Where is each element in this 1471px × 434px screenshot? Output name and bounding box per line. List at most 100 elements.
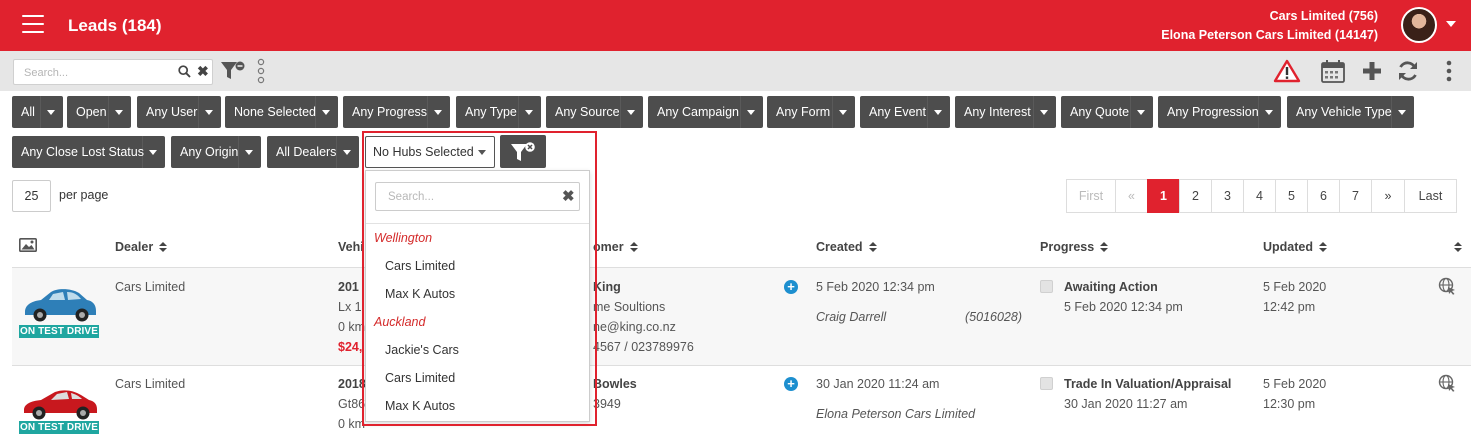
pagination-page-3[interactable]: 3: [1211, 179, 1244, 213]
caret-down-icon: [1137, 110, 1145, 115]
vehicle-year[interactable]: 201: [338, 280, 359, 294]
filter-interest[interactable]: Any Interest: [955, 96, 1056, 128]
customer-phone[interactable]: 4567 / 023789976: [593, 340, 694, 354]
column-header-customer[interactable]: omer: [593, 240, 638, 254]
clear-search-icon[interactable]: ✖: [197, 63, 209, 79]
dropdown-option[interactable]: Max K Autos: [385, 287, 455, 301]
customer-email[interactable]: ne@king.co.nz: [593, 320, 676, 334]
clear-search-icon[interactable]: ✖: [562, 188, 575, 206]
updated-time: 12:42 pm: [1263, 300, 1316, 314]
search-input[interactable]: [22, 64, 172, 81]
refresh-icon[interactable]: [1396, 59, 1420, 83]
account-secondary[interactable]: Elona Peterson Cars Limited (14147): [1161, 28, 1378, 42]
pagination-page-7[interactable]: 7: [1339, 179, 1372, 213]
dropdown-option[interactable]: Cars Limited: [385, 371, 455, 385]
avatar[interactable]: [1401, 7, 1437, 43]
vehicle-thumbnail[interactable]: [19, 276, 99, 326]
search-box: ✖: [13, 59, 213, 85]
progress-status: Trade In Valuation/Appraisal: [1064, 377, 1232, 391]
filter-progress[interactable]: Any Progress: [343, 96, 450, 128]
dropdown-option[interactable]: Cars Limited: [385, 259, 455, 273]
row-background: [12, 268, 1471, 365]
customer-phone[interactable]: 3949: [593, 397, 621, 411]
filter-origin[interactable]: Any Origin: [171, 136, 261, 168]
warning-icon[interactable]: [1273, 59, 1301, 83]
vertical-dots-icon[interactable]: [257, 58, 265, 84]
column-header-updated[interactable]: Updated: [1263, 240, 1327, 254]
filter-event[interactable]: Any Event: [860, 96, 950, 128]
pagination-first[interactable]: First: [1066, 179, 1116, 213]
hamburger-icon[interactable]: [22, 15, 44, 35]
filter-vehicle-type[interactable]: Any Vehicle Type: [1287, 96, 1414, 128]
filter-dealers[interactable]: All Dealers: [267, 136, 359, 168]
search-icon[interactable]: [178, 65, 191, 78]
caret-down-icon: [434, 110, 442, 115]
dropdown-option[interactable]: Max K Autos: [385, 399, 455, 413]
filter-settings-icon[interactable]: [220, 60, 246, 82]
dropdown-group-label: Auckland: [374, 315, 426, 329]
pagination-page-1[interactable]: 1: [1147, 179, 1180, 213]
column-header-vehicle[interactable]: Vehi: [338, 240, 364, 254]
caret-down-icon: [934, 110, 942, 115]
vehicle-year[interactable]: 2018: [338, 377, 366, 391]
column-header-created[interactable]: Created: [816, 240, 877, 254]
account-primary[interactable]: Cars Limited (756): [1270, 9, 1378, 23]
customer-name[interactable]: Bowles: [593, 377, 637, 391]
progress-status: Awaiting Action: [1064, 280, 1158, 294]
pagination-page-6[interactable]: 6: [1307, 179, 1340, 213]
add-circle-icon[interactable]: +: [784, 377, 798, 391]
sort-icon[interactable]: [1454, 242, 1462, 253]
filter-close-lost-status[interactable]: Any Close Lost Status: [12, 136, 165, 168]
calendar-icon[interactable]: [1320, 59, 1346, 83]
image-icon: [19, 238, 37, 252]
filter-user[interactable]: Any User: [137, 96, 221, 128]
filter-campaign[interactable]: Any Campaign: [648, 96, 763, 128]
dealer-name: Cars Limited: [115, 280, 186, 294]
created-by: Elona Peterson Cars Limited: [816, 407, 976, 421]
hubs-select[interactable]: No Hubs Selected: [365, 136, 495, 168]
clear-filters-button[interactable]: [500, 135, 546, 168]
sort-icon: [159, 242, 168, 253]
vehicle-thumbnail[interactable]: [19, 373, 99, 423]
progress-checkbox[interactable]: [1040, 280, 1053, 293]
divider: [366, 223, 589, 224]
chevron-down-icon[interactable]: [1446, 21, 1456, 27]
vehicle-model: Gt86: [338, 397, 366, 411]
more-vert-icon[interactable]: [1444, 59, 1454, 83]
progress-checkbox[interactable]: [1040, 377, 1053, 390]
filter-source[interactable]: Any Source: [546, 96, 643, 128]
filter-form[interactable]: Any Form: [767, 96, 855, 128]
filter-quote[interactable]: Any Quote: [1061, 96, 1153, 128]
dropdown-group-label: Wellington: [374, 231, 433, 245]
hubs-dropdown: ✖ Wellington Cars Limited Max K Autos Au…: [365, 170, 590, 422]
globe-cursor-icon[interactable]: [1438, 277, 1456, 295]
per-page-input[interactable]: [12, 180, 51, 212]
filter-open[interactable]: Open: [67, 96, 131, 128]
vehicle-odometer: 0 km: [338, 320, 366, 334]
caret-down-icon: [1398, 110, 1406, 115]
pagination-page-4[interactable]: 4: [1243, 179, 1276, 213]
caret-down-icon: [149, 150, 157, 155]
pagination-page-2[interactable]: 2: [1179, 179, 1212, 213]
pagination-next[interactable]: »: [1371, 179, 1405, 213]
filter-all[interactable]: All: [12, 96, 63, 128]
status-badge: ON TEST DRIVE: [19, 421, 99, 434]
globe-cursor-icon[interactable]: [1438, 374, 1456, 392]
progress-date: 5 Feb 2020 12:34 pm: [1064, 300, 1183, 314]
column-header-progress[interactable]: Progress: [1040, 240, 1109, 254]
dropdown-search-input[interactable]: [386, 189, 556, 205]
pagination-prev[interactable]: «: [1115, 179, 1148, 213]
created-date: 5 Feb 2020 12:34 pm: [816, 280, 935, 294]
filter-progression[interactable]: Any Progression: [1158, 96, 1281, 128]
created-by: Craig Darrell: [816, 310, 887, 324]
customer-name[interactable]: King: [593, 280, 621, 294]
filter-none-selected[interactable]: None Selected: [225, 96, 338, 128]
dropdown-option[interactable]: Jackie's Cars: [385, 343, 459, 357]
filter-type[interactable]: Any Type: [456, 96, 541, 128]
add-circle-icon[interactable]: +: [784, 280, 798, 294]
pagination-last[interactable]: Last: [1404, 179, 1457, 213]
column-header-dealer[interactable]: Dealer: [115, 240, 168, 254]
plus-icon[interactable]: [1361, 59, 1383, 83]
pagination-page-5[interactable]: 5: [1275, 179, 1308, 213]
caret-down-icon: [322, 110, 330, 115]
